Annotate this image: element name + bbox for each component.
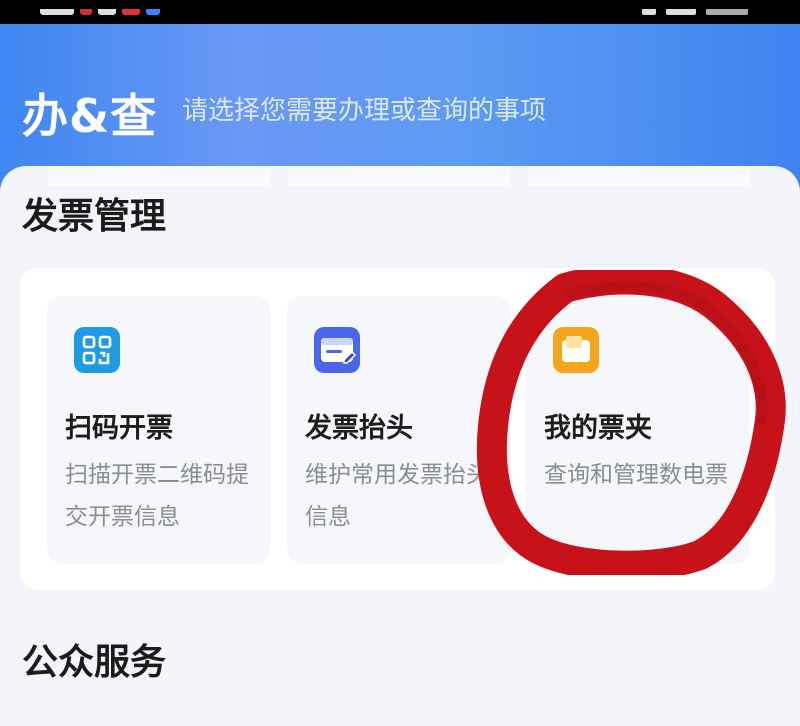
qr-scan-icon [74,327,120,373]
invoice-card: 扫码开票 扫描开票二维码提交开票信息 发票抬头 维护常用发票抬头信息 我的票夹 … [20,268,775,590]
my-invoice-folder-tile[interactable]: 我的票夹 查询和管理数电票 [526,296,750,564]
status-bar [0,0,800,24]
invoice-header-icon [314,327,360,373]
tile-title: 我的票夹 [544,413,652,444]
tile-description: 查询和管理数电票 [544,462,728,488]
tile-title: 发票抬头 [305,413,413,444]
page-subtitle: 请选择您需要办理或查询的事项 [182,96,547,126]
tile-description: 扫描开票二维码提交开票信息 [65,462,249,530]
tile-description: 维护常用发票抬头信息 [305,462,489,530]
section-title-invoice: 发票管理 [22,196,167,237]
invoice-header-tile[interactable]: 发票抬头 维护常用发票抬头信息 [287,296,511,564]
section-title-public: 公众服务 [22,642,167,683]
scan-invoice-tile[interactable]: 扫码开票 扫描开票二维码提交开票信息 [47,296,271,564]
folder-icon [553,327,599,373]
page-title: 办&查 [22,89,158,143]
tile-title: 扫码开票 [65,413,173,444]
